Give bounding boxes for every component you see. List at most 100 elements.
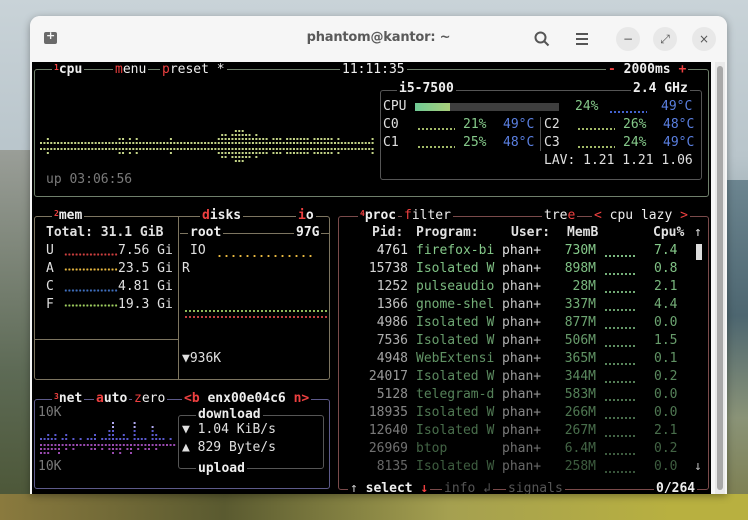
cpu-graph-dot [98,148,101,150]
cpu-graph-dot [275,152,278,154]
net-download-dot [155,438,158,440]
net-upload-dot [47,448,50,450]
prev-interface-button[interactable]: <b [184,391,200,406]
search-button[interactable] [530,27,554,51]
cpu-graph-dot [231,152,234,154]
cpu-graph-dot [245,138,248,140]
next-interface-button[interactable]: n> [294,391,310,406]
terminal-scrollbar-thumb[interactable] [717,66,723,490]
col-mem[interactable]: MemB [567,224,598,242]
cpu-graph-dot [145,142,148,144]
menu-button[interactable] [570,27,594,51]
interval-decrease-button[interactable]: - [608,62,616,77]
update-interval[interactable]: - 2000ms + [606,62,689,77]
cpu-graph-dot [180,142,183,144]
minimize-button[interactable]: − [616,27,640,51]
proc-footer-info[interactable]: info ↲ [442,482,493,494]
cpu-graph-dot [241,138,244,140]
mem-swap-divider [35,339,178,340]
col-user[interactable]: User: [511,224,550,242]
process-program: Isolated W [416,333,495,348]
col-program[interactable]: Program: [416,224,479,242]
cpu-graph-dot [84,148,87,150]
cpu-graph-dot [200,148,203,150]
cpu-graph-dot [234,134,237,136]
cpu-graph-dot [245,152,248,154]
cpu-graph-dot [166,142,169,144]
core-temp: 49°C [663,135,695,150]
proc-filter-button[interactable]: filter [402,209,453,223]
cpu-graph-dot [228,152,231,154]
net-zero-toggle[interactable]: zero [132,392,168,406]
process-pid: 5128 [376,387,408,402]
cpu-graph-dot [122,142,125,144]
process-mem: 266M [564,405,596,420]
proc-scrollbar-thumb[interactable] [696,244,702,260]
cpu-graph-dot [173,148,176,150]
cpu-graph-dot [118,152,121,154]
process-cpu-graph [604,254,636,258]
cpu-total-label: CPU [383,99,407,114]
net-download-dot [112,438,114,440]
mem-row-graph [64,304,118,312]
proc-footer-signals[interactable]: signals [506,482,565,494]
net-interface-selector[interactable]: <b enx00e04c6 n> [182,391,312,406]
col-pid[interactable]: Pid: [372,224,403,242]
proc-box-title[interactable]: 4proc [358,209,399,223]
terminal-area[interactable]: 1cpu menu preset * 11:11:35 - 2000ms + u… [32,62,711,494]
process-mem: 28M [572,279,596,294]
cpu-graph-dot [180,148,183,150]
core-graph [577,145,615,149]
cpu-graph-dot [142,142,145,144]
net-upload-dot [43,452,46,454]
sort-next-button[interactable]: > [680,208,688,223]
cpu-graph-dot [238,138,241,140]
mem-row-label: C [46,279,54,294]
cpu-graph-dot [234,160,237,162]
disk-read-label: R [182,261,190,276]
mem-box-title[interactable]: 2mem [52,209,85,223]
mem-row-value: 4.81 Gi [118,279,173,294]
cpu-graph-dot [241,142,244,144]
cpu-graph-dot [200,142,203,144]
disks-toggle[interactable]: disks [200,209,244,223]
cpu-graph-dot [128,138,131,140]
cpu-graph-dot [67,148,70,150]
download-label: download [196,407,263,422]
close-button[interactable]: × [692,27,716,51]
process-user: phan+ [502,459,542,474]
cpu-graph-dot [111,142,114,144]
cpu-box-title[interactable]: 1cpu [52,63,85,77]
disk-read-graph [184,315,329,319]
col-cpu[interactable]: Cpu% [653,224,684,242]
io-toggle[interactable]: io [296,209,316,223]
proc-tree-toggle[interactable]: tree [542,209,578,223]
cpu-graph-dot [231,138,234,140]
process-cpu: 0.0 [654,459,678,474]
process-cpu-graph [604,326,636,330]
cpu-graph-dot [248,156,251,158]
net-download-dot [50,438,53,440]
net-upload-dot [112,444,114,446]
net-auto-toggle[interactable]: auto [94,392,130,406]
cpu-graph-dot [289,152,292,154]
proc-sort-selector[interactable]: < cpu lazy > [592,209,690,223]
scroll-up-icon[interactable]: ↑ [694,224,702,242]
menu-button[interactable]: menu [113,63,149,77]
process-mem: 506M [564,333,596,348]
net-upload-dot [126,444,129,446]
maximize-button[interactable]: ⤢ [653,27,677,51]
terminal-scrollbar[interactable] [715,62,725,494]
cpu-graph-dot [228,148,231,150]
cpu-graph-dot [272,142,275,144]
preset-button[interactable]: preset * [160,63,227,77]
proc-footer-select[interactable]: ↑ select ↓ [348,482,431,494]
scroll-down-icon[interactable]: ↓ [694,458,702,476]
process-user: phan+ [502,243,542,258]
cpu-graph-dot [289,138,292,140]
cpu-graph-dot [245,142,248,144]
sort-prev-button[interactable]: < [594,208,602,223]
interval-increase-button[interactable]: + [678,62,686,77]
cpu-graph-dot [169,152,172,154]
process-cpu-graph [604,272,636,276]
